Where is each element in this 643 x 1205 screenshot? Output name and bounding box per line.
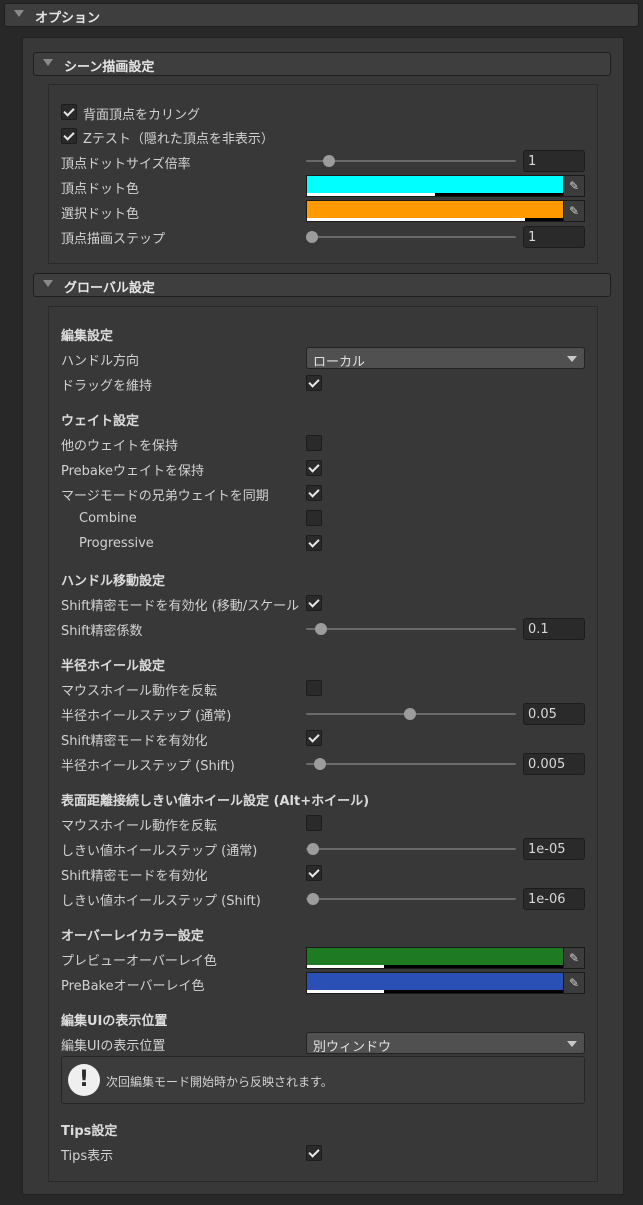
dot-color-label: 頂点ドット色 (61, 182, 140, 197)
chevron-down-icon (567, 1041, 577, 1047)
radius-step-normal-slider-knob[interactable] (404, 708, 416, 720)
prebake-overlay-label: PreBakeオーバーレイ色 (61, 979, 205, 994)
surface-wheel-header: 表面距離接続しきい値ホイール設定 (Alt+ホイール) (61, 794, 370, 809)
surface-step-normal-slider-knob[interactable] (307, 843, 319, 855)
progressive-label: Progressive (79, 536, 154, 551)
handle-dir-label: ハンドル方向 (61, 354, 140, 369)
radius-step-shift-field[interactable]: 0.005 (523, 753, 585, 775)
triangle-down-icon (43, 59, 53, 66)
sync-merge-checkbox[interactable] (306, 485, 322, 501)
surface-step-normal-slider-track[interactable] (306, 848, 516, 850)
surface-step-shift-slider-knob[interactable] (307, 893, 319, 905)
radius-step-normal-field[interactable]: 0.05 (523, 703, 585, 725)
radius-step-normal-label: 半径ホイールステップ (通常) (61, 709, 232, 724)
shift-factor-label: Shift精密係数 (61, 624, 143, 639)
combine-checkbox[interactable] (306, 510, 322, 526)
ui-pos-dropdown[interactable]: 別ウィンドウ (306, 1032, 585, 1055)
global-foldout[interactable]: グローバル設定 (33, 273, 611, 297)
prebake-overlay-swatch[interactable] (306, 972, 564, 994)
shift-precise-checkbox[interactable] (306, 595, 322, 611)
radius-wheel-header: 半径ホイール設定 (61, 659, 166, 674)
options-foldout[interactable]: オプション (4, 3, 639, 27)
weight-header: ウェイト設定 (61, 414, 140, 429)
exclamation-icon: ! (68, 1064, 100, 1096)
help-box: ! 次回編集モード開始時から反映されます。 (61, 1056, 585, 1104)
combine-label: Combine (79, 511, 137, 526)
eyedropper-icon[interactable]: ✎ (563, 947, 585, 969)
backface-culling-checkbox[interactable] (61, 104, 77, 120)
radius-shift-enable-checkbox[interactable] (306, 730, 322, 746)
tips-show-checkbox[interactable] (306, 1145, 322, 1161)
keep-prebake-checkbox[interactable] (306, 460, 322, 476)
progressive-checkbox[interactable] (306, 535, 322, 551)
ztest-checkbox[interactable] (61, 128, 77, 144)
eyedropper-icon[interactable]: ✎ (563, 972, 585, 994)
dot-size-slider-track[interactable] (306, 160, 516, 162)
surface-step-normal-field[interactable]: 1e-05 (523, 838, 585, 860)
surface-invert-checkbox[interactable] (306, 815, 322, 831)
keep-other-label: 他のウェイトを保持 (61, 439, 179, 454)
select-color-swatch[interactable] (306, 200, 564, 222)
handle-dir-value: ローカル (313, 355, 366, 370)
radius-invert-label: マウスホイール動作を反転 (61, 684, 218, 699)
radius-step-shift-slider-track[interactable] (306, 763, 516, 765)
edit-header: 編集設定 (61, 329, 114, 344)
ui-pos-header: 編集UIの表示位置 (61, 1014, 168, 1029)
eyedropper-icon[interactable]: ✎ (563, 175, 585, 197)
radius-step-shift-label: 半径ホイールステップ (Shift) (61, 759, 235, 774)
radius-invert-checkbox[interactable] (306, 680, 322, 696)
triangle-down-icon (14, 10, 24, 17)
sync-merge-label: マージモードの兄弟ウェイトを同期 (61, 489, 269, 504)
help-text: 次回編集モード開始時から反映されます。 (106, 1075, 333, 1089)
draw-step-slider-track[interactable] (306, 236, 516, 238)
draw-step-slider-knob[interactable] (306, 231, 318, 243)
surface-shift-enable-checkbox[interactable] (306, 865, 322, 881)
preview-overlay-label: プレビューオーバーレイ色 (61, 954, 217, 969)
radius-step-shift-slider-knob[interactable] (314, 758, 326, 770)
draw-step-field[interactable]: 1 (523, 226, 585, 248)
keep-drag-checkbox[interactable] (306, 375, 322, 391)
ui-pos-value: 別ウィンドウ (313, 1040, 392, 1055)
scene-title: シーン描画設定 (64, 60, 155, 75)
shift-factor-slider-knob[interactable] (315, 623, 327, 635)
select-color-label: 選択ドット色 (61, 207, 140, 222)
triangle-down-icon (43, 280, 53, 287)
shift-factor-slider-track[interactable] (306, 628, 516, 630)
keep-drag-label: ドラッグを維持 (61, 379, 153, 394)
keep-other-checkbox[interactable] (306, 435, 322, 451)
shift-factor-field[interactable]: 0.1 (523, 618, 585, 640)
tips-show-label: Tips表示 (61, 1149, 114, 1164)
preview-overlay-swatch[interactable] (306, 947, 564, 969)
radius-shift-enable-label: Shift精密モードを有効化 (61, 734, 208, 749)
scene-foldout[interactable]: シーン描画設定 (33, 52, 611, 76)
dot-size-label: 頂点ドットサイズ倍率 (61, 157, 191, 172)
surface-step-shift-label: しきい値ホイールステップ (Shift) (61, 894, 261, 909)
overlay-header: オーバーレイカラー設定 (61, 929, 204, 944)
dot-color-swatch[interactable] (306, 175, 564, 197)
surface-step-shift-field[interactable]: 1e-06 (523, 888, 585, 910)
surface-step-shift-slider-track[interactable] (306, 898, 516, 900)
backface-culling-label: 背面頂点をカリング (83, 108, 201, 123)
handle-dir-dropdown[interactable]: ローカル (306, 347, 585, 370)
handle-move-header: ハンドル移動設定 (61, 574, 166, 589)
surface-invert-label: マウスホイール動作を反転 (61, 819, 218, 834)
surface-step-normal-label: しきい値ホイールステップ (通常) (61, 844, 258, 859)
ui-pos-label: 編集UIの表示位置 (61, 1039, 166, 1054)
draw-step-label: 頂点描画ステップ (61, 232, 166, 247)
chevron-down-icon (567, 356, 577, 362)
options-title: オプション (35, 11, 101, 26)
ztest-label: Zテスト（隠れた頂点を非表示） (83, 132, 274, 147)
tips-header: Tips設定 (61, 1124, 118, 1139)
eyedropper-icon[interactable]: ✎ (563, 200, 585, 222)
dot-size-field[interactable]: 1 (523, 150, 585, 172)
surface-shift-enable-label: Shift精密モードを有効化 (61, 869, 208, 884)
keep-prebake-label: Prebakeウェイトを保持 (61, 464, 204, 479)
shift-precise-label: Shift精密モードを有効化 (移動/スケール (61, 599, 300, 614)
global-title: グローバル設定 (64, 281, 155, 296)
dot-size-slider-knob[interactable] (323, 155, 335, 167)
